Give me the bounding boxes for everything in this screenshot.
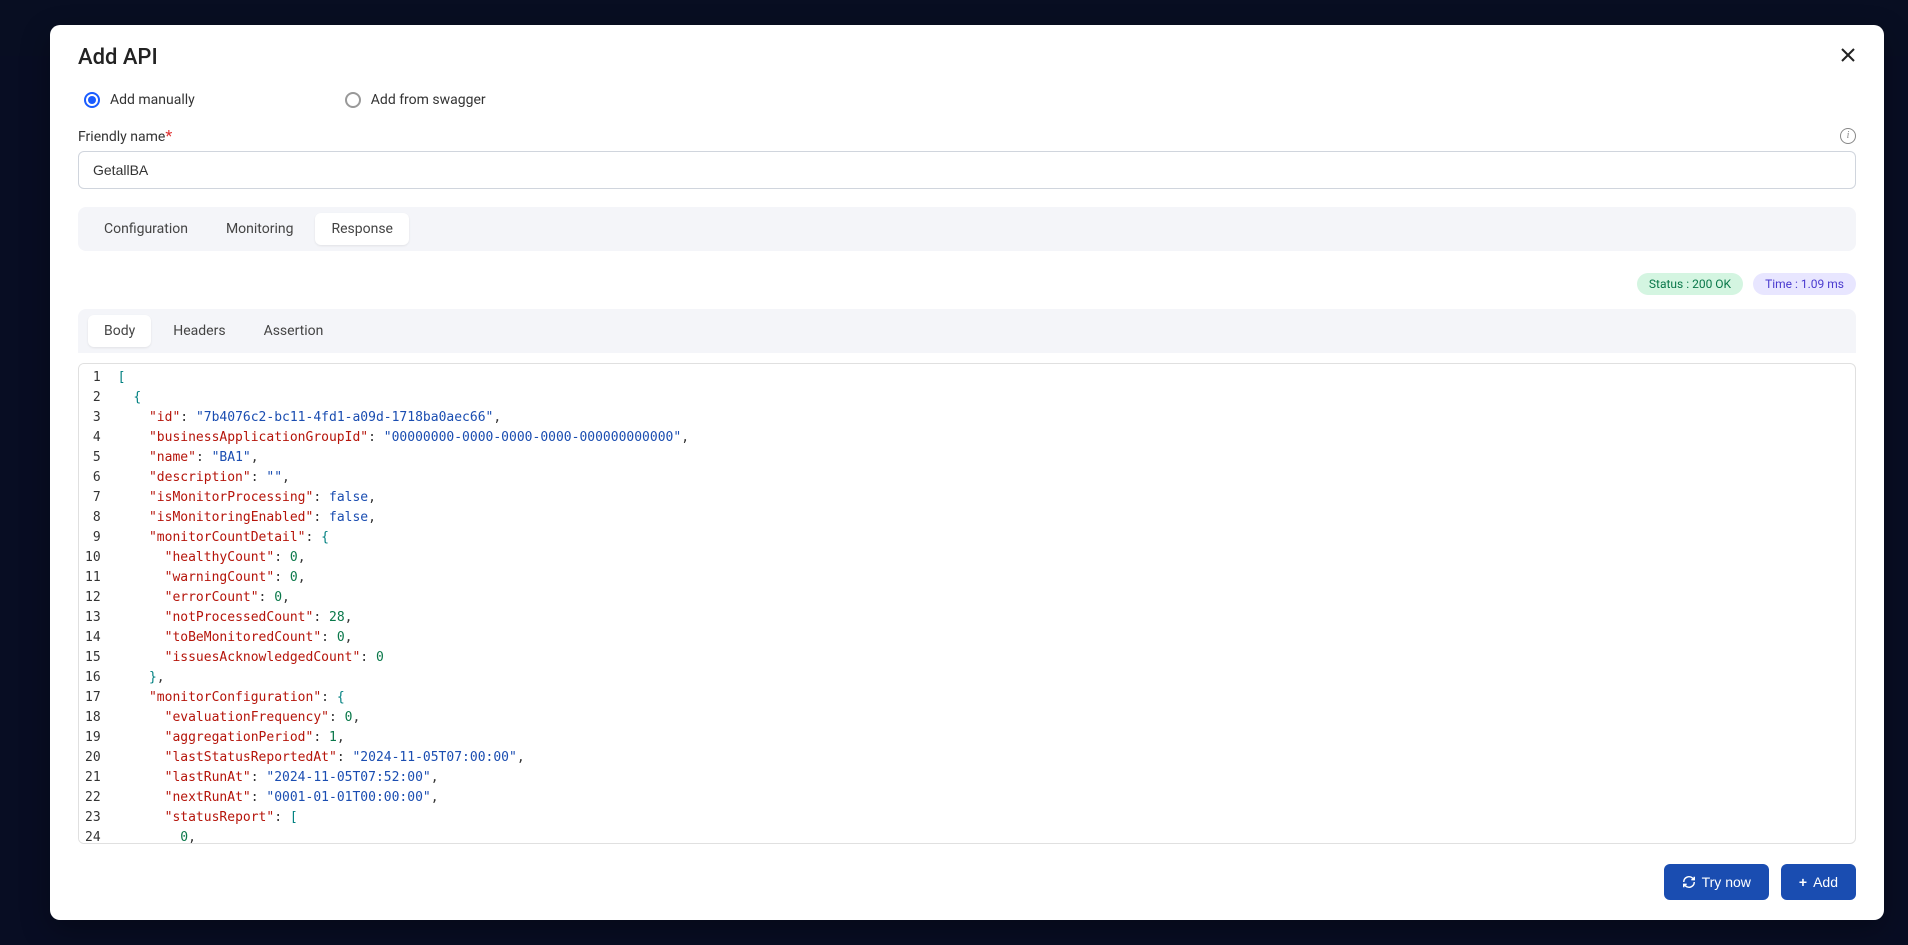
response-body-editor[interactable]: 1234567891011121314151617181920212223242… <box>78 363 1856 844</box>
radio-label: Add manually <box>110 92 195 108</box>
radio-label: Add from swagger <box>371 92 486 108</box>
response-sub-tabs: Body Headers Assertion <box>78 309 1856 353</box>
tab-configuration[interactable]: Configuration <box>88 213 204 245</box>
close-button[interactable] <box>1840 47 1856 68</box>
radio-icon <box>84 92 100 108</box>
status-badge: Status : 200 OK <box>1637 273 1743 295</box>
tab-monitoring[interactable]: Monitoring <box>210 213 310 245</box>
required-star-icon: * <box>165 126 172 145</box>
add-label: Add <box>1813 874 1838 890</box>
radio-icon <box>345 92 361 108</box>
info-icon[interactable]: i <box>1840 128 1856 144</box>
code-area[interactable]: [ { "id": "7b4076c2-bc11-4fd1-a09d-1718b… <box>112 364 1855 843</box>
close-icon <box>1840 47 1856 63</box>
friendly-name-label: Friendly name <box>78 129 165 145</box>
refresh-icon <box>1682 875 1696 889</box>
sub-tab-body[interactable]: Body <box>88 315 151 347</box>
sub-tab-headers[interactable]: Headers <box>157 315 241 347</box>
main-tabs: Configuration Monitoring Response <box>78 207 1856 251</box>
add-api-modal: Add API Add manually Add from swagger Fr… <box>50 25 1884 920</box>
add-button[interactable]: + Add <box>1781 864 1856 900</box>
modal-title: Add API <box>78 45 158 70</box>
sub-tab-assertion[interactable]: Assertion <box>248 315 340 347</box>
tab-response[interactable]: Response <box>315 213 409 245</box>
try-now-label: Try now <box>1702 874 1751 890</box>
line-gutter: 1234567891011121314151617181920212223242… <box>79 364 112 843</box>
plus-icon: + <box>1799 874 1807 890</box>
friendly-name-input[interactable] <box>78 151 1856 189</box>
radio-add-from-swagger[interactable]: Add from swagger <box>345 92 486 108</box>
time-badge: Time : 1.09 ms <box>1753 273 1856 295</box>
radio-add-manually[interactable]: Add manually <box>84 92 195 108</box>
try-now-button[interactable]: Try now <box>1664 864 1769 900</box>
